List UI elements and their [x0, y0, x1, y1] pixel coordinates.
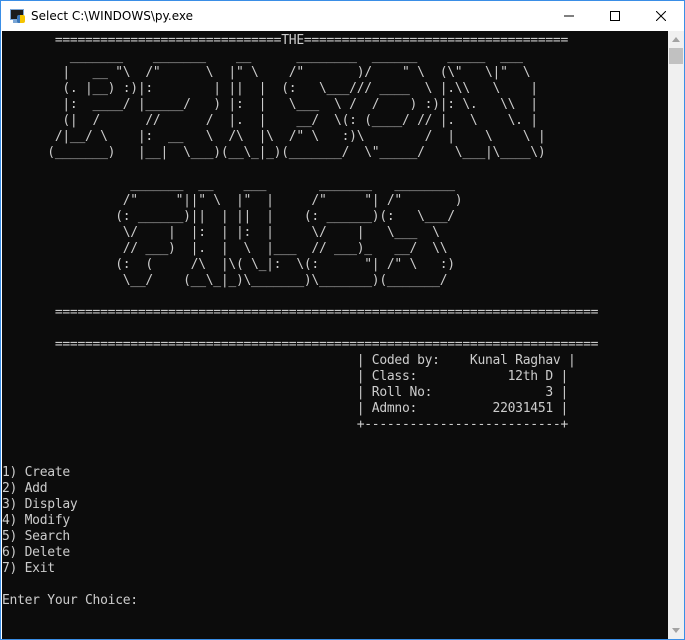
- blank-line: [2, 321, 598, 337]
- prison-logo-line: (. |__) :)|: | || | (: \___/// ____ \ |.…: [2, 81, 538, 96]
- input-prompt[interactable]: Enter Your Choice:: [2, 593, 598, 609]
- scroll-down-button[interactable]: [668, 622, 684, 639]
- window-controls: [546, 1, 684, 31]
- blank-line: [2, 161, 598, 177]
- console-output-area[interactable]: ==============================THE=======…: [2, 31, 668, 639]
- blank-line: [2, 289, 598, 305]
- menu-option: 3) Display: [2, 497, 78, 512]
- maximize-icon: [610, 11, 620, 21]
- files-logo-line: \__/ (__\_|_)\_______)\_______)(_______/: [2, 273, 470, 288]
- blank-line: [2, 433, 598, 449]
- blank-line: [2, 449, 598, 465]
- divider-line: ========================================…: [2, 337, 599, 352]
- files-logo-line: /" "||" \ |" | /" "| /" ): [2, 193, 470, 208]
- scroll-down-icon: [672, 628, 680, 633]
- prison-logo-line: _______ _______ __ ________ ______ _____…: [2, 49, 538, 64]
- divider-line: ========================================…: [2, 305, 599, 320]
- credits-line: | Admno: 22031451 |: [2, 401, 569, 416]
- prison-logo-line: (_______) |__| \___)(__\_|_)(_______/ \"…: [2, 145, 546, 160]
- vertical-scrollbar[interactable]: [668, 31, 684, 639]
- menu-option: 1) Create: [2, 465, 70, 480]
- files-logo-line: // ___) |. | \ |___ // ___)_ __/ \\: [2, 241, 470, 256]
- close-icon: [656, 11, 666, 21]
- scroll-up-icon: [672, 37, 680, 42]
- menu-option: 4) Modify: [2, 513, 70, 528]
- credits-line: | Coded by: Kunal Raghav |: [2, 353, 576, 368]
- files-logo-line: (: ( /\ |\( \_|: \(: "| /" \ :): [2, 257, 470, 272]
- scroll-thumb[interactable]: [669, 48, 683, 64]
- console-output: ==============================THE=======…: [2, 33, 598, 609]
- python-console-icon[interactable]: [9, 8, 25, 24]
- credits-line: | Class: 12th D |: [2, 369, 569, 384]
- menu-option: 6) Delete: [2, 545, 70, 560]
- credits-line: +--------------------------+: [2, 417, 569, 432]
- prison-logo-line: |: ____/ |_____/ ) |: | \___ \ / / ) :)|…: [2, 97, 538, 112]
- banner-title-line: ==============================THE=======…: [2, 33, 568, 48]
- scroll-up-button[interactable]: [668, 31, 684, 48]
- console-window: Select C:\WINDOWS\py.exe ===============…: [0, 0, 685, 640]
- minimize-icon: [564, 15, 574, 17]
- minimize-button[interactable]: [546, 1, 592, 31]
- files-logo-line: \/ | |: | |: | \/ | \___ \: [2, 225, 470, 240]
- close-button[interactable]: [638, 1, 684, 31]
- menu-option: 5) Search: [2, 529, 70, 544]
- prison-logo-line: /|__/ \ |: __ \ /\ |\ /" \ :)\ / | \ \ |: [2, 129, 546, 144]
- title-bar[interactable]: Select C:\WINDOWS\py.exe: [1, 1, 684, 31]
- menu-option: 7) Exit: [2, 561, 55, 576]
- prison-logo-line: | __ "\ /" \ |" \ /" )/ " \ (\" \|" \: [2, 65, 538, 80]
- prison-logo-line: (| / // / |. | __/ \(: (____/ // |. \ \.…: [2, 113, 538, 128]
- blank-line: [2, 577, 598, 593]
- window-title: Select C:\WINDOWS\py.exe: [31, 9, 193, 23]
- files-logo-line: (: ______)|| | || | (: ______)(: \___/: [2, 209, 470, 224]
- menu-option: 2) Add: [2, 481, 48, 496]
- maximize-button[interactable]: [592, 1, 638, 31]
- files-logo-line: _______ __ ___ _______ ________: [2, 177, 470, 192]
- credits-line: | Roll No: 3 |: [2, 385, 569, 400]
